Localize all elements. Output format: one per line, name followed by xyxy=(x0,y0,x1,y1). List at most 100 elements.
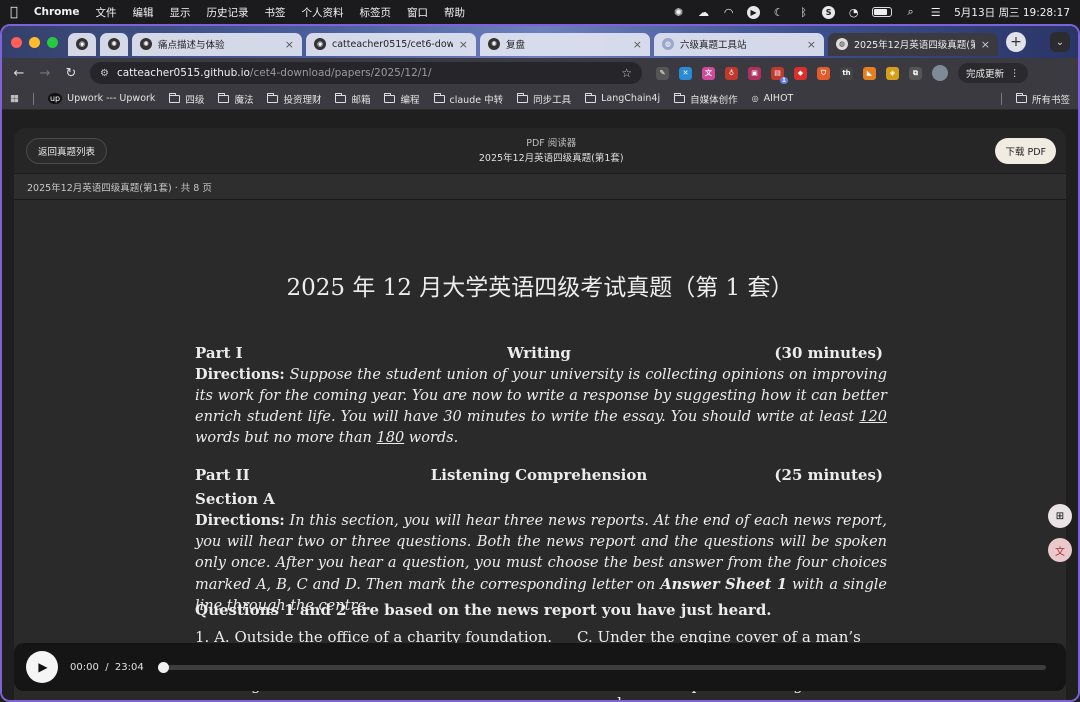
tab-pinned-chatgpt[interactable]: ✺ xyxy=(100,32,128,56)
chatgpt-icon: ✺ xyxy=(488,38,500,50)
bookmark-upwork[interactable]: up Upwork --- Upwork xyxy=(47,93,156,104)
questions-heading: Questions 1 and 2 are based on the news … xyxy=(195,601,772,619)
bookmark-folder-claude[interactable]: claude 中转 xyxy=(433,92,504,106)
bookmark-folder-investing[interactable]: 投资理财 xyxy=(267,92,321,106)
update-button[interactable]: 完成更新 ⋮ xyxy=(958,63,1028,83)
battery-icon[interactable] xyxy=(872,7,893,17)
seek-bar[interactable] xyxy=(157,661,1046,673)
extension-diamond-icon[interactable]: ◈ xyxy=(886,66,899,80)
address-bar[interactable]: ⚙ catteacher0515.github.io/cet4-download… xyxy=(90,62,642,84)
upwork-icon: up xyxy=(47,93,63,104)
extension-fox-icon[interactable]: ◣ xyxy=(863,66,876,80)
tab-cet6-tools[interactable]: ◍ 六级真题工具站 × xyxy=(654,32,824,56)
close-icon[interactable]: × xyxy=(807,38,816,51)
bookmark-aihot[interactable]: ◎ AIHOT xyxy=(752,93,794,104)
url-host: catteacher0515.github.io xyxy=(116,67,250,79)
bookmark-label: claude 中转 xyxy=(449,94,504,106)
tab-github-repo[interactable]: ◉ catteacher0515/cet6-downlo × xyxy=(306,32,476,56)
apps-grid-icon[interactable]: ▦ xyxy=(10,93,19,104)
menu-tabs[interactable]: 标签页 xyxy=(359,5,391,20)
bookmark-star-icon[interactable]: ☆ xyxy=(621,66,632,80)
bookmark-folder-media[interactable]: 自媒体创作 xyxy=(674,92,738,106)
section-a-heading: Section A xyxy=(195,490,275,508)
profile-avatar[interactable] xyxy=(932,65,948,81)
close-icon[interactable]: × xyxy=(633,38,642,51)
bookmark-folder-coding[interactable]: 编程 xyxy=(384,92,420,106)
reload-icon[interactable]: ↻ xyxy=(62,66,80,81)
menu-history[interactable]: 历史记录 xyxy=(206,5,248,20)
extension-x-icon[interactable]: ✕ xyxy=(679,66,692,80)
wifi-icon[interactable]: ◔ xyxy=(847,6,860,19)
menu-view[interactable]: 显示 xyxy=(169,5,190,20)
tab-pinned-github[interactable]: ◉ xyxy=(68,32,96,56)
spotlight-icon[interactable]: ⌕ xyxy=(904,5,917,19)
openai-icon[interactable]: ✺ xyxy=(672,6,685,19)
menu-profile[interactable]: 个人资料 xyxy=(301,5,343,20)
back-arrow-icon[interactable]: ← xyxy=(10,66,28,81)
airplay-icon[interactable]: ◠ xyxy=(722,6,735,19)
tab-review[interactable]: ✺ 复盘 × xyxy=(480,32,650,56)
close-icon[interactable]: × xyxy=(981,38,990,51)
extension-tv-icon[interactable]: ▣ xyxy=(748,66,761,80)
seek-handle[interactable] xyxy=(157,661,169,673)
bookmark-folder-langchain[interactable]: LangChain4j xyxy=(585,92,660,104)
tab-cet4-paper[interactable]: ◍ 2025年12月英语四级真题(第1 × xyxy=(828,32,998,56)
extension-lamp-icon[interactable]: ♁ xyxy=(725,66,738,80)
folder-icon xyxy=(1015,92,1027,103)
extensions-puzzle-icon[interactable]: ⧉ xyxy=(909,66,922,80)
control-center-icon[interactable]: ☰ xyxy=(929,6,942,19)
bluetooth-icon[interactable]: ᛒ xyxy=(797,6,810,19)
close-window-button[interactable] xyxy=(11,36,22,48)
moon-icon[interactable]: ☾ xyxy=(772,6,785,19)
menu-file[interactable]: 文件 xyxy=(95,5,116,20)
bookmark-folder-sync[interactable]: 同步工具 xyxy=(517,92,571,106)
extension-th-icon[interactable]: th xyxy=(840,66,853,80)
answer-sheet-label: Answer Sheet 1 xyxy=(660,576,787,593)
site-settings-icon[interactable]: ⚙ xyxy=(100,68,109,79)
menu-clock[interactable]: 5月13日 周三 19:28:17 xyxy=(954,5,1070,20)
directions-label: Directions: xyxy=(195,366,285,383)
doc-name: 2025年12月英语四级真题(第1套) xyxy=(478,152,624,164)
menu-bookmarks[interactable]: 书签 xyxy=(264,5,285,20)
viewer-title: PDF 阅读器 2025年12月英语四级真题(第1套) xyxy=(479,136,624,166)
all-bookmarks-folder[interactable]: 所有书签 xyxy=(1015,92,1070,106)
play-button[interactable]: ▶ xyxy=(26,651,58,683)
download-pdf-button[interactable]: 下载 PDF xyxy=(995,137,1056,164)
floating-translate-icon[interactable]: 文 xyxy=(1048,538,1072,562)
new-tab-button[interactable]: + xyxy=(1006,32,1026,52)
wechat-icon[interactable]: ☁ xyxy=(697,6,710,19)
apple-icon[interactable]:  xyxy=(10,5,18,20)
window-controls xyxy=(11,36,58,48)
extension-translate-icon[interactable]: 文 xyxy=(702,66,715,80)
close-icon[interactable]: × xyxy=(285,38,294,51)
status-area: ✺ ☁ ◠ ▶ ☾ ᛒ S ◔ ⌕ ☰ 5月13日 周三 19:28:17 xyxy=(672,5,1070,20)
directions-label: Directions: xyxy=(195,512,285,529)
bookmark-label: Upwork --- Upwork xyxy=(67,93,156,104)
bookmark-folder-cet4[interactable]: 四级 xyxy=(169,92,204,106)
back-to-list-button[interactable]: 返回真题列表 xyxy=(26,137,108,164)
close-icon[interactable]: × xyxy=(459,38,468,51)
extension-badge-icon[interactable]: ▤ 1 xyxy=(771,66,788,84)
time-divider: / xyxy=(105,661,109,673)
forward-arrow-icon[interactable]: → xyxy=(36,66,54,81)
tab-search-button[interactable]: ⌄ xyxy=(1050,32,1070,52)
bookmark-folder-mail[interactable]: 邮箱 xyxy=(335,92,370,106)
menu-window[interactable]: 窗口 xyxy=(407,5,428,20)
extension-fire-icon[interactable]: ◆ xyxy=(794,66,807,80)
extension-shield-icon[interactable]: ⛉ xyxy=(817,66,830,80)
viewer-subtitle: 2025年12月英语四级真题(第1套) · 共 8 页 xyxy=(14,174,1066,200)
extension-pen-icon[interactable]: ✎ xyxy=(656,66,669,80)
menu-help[interactable]: 帮助 xyxy=(444,5,465,20)
bookmark-folder-magic[interactable]: 魔法 xyxy=(218,92,253,106)
menu-edit[interactable]: 编辑 xyxy=(132,5,153,20)
zoom-window-button[interactable] xyxy=(47,36,58,48)
floating-widget-icon[interactable]: ⊞ xyxy=(1048,504,1072,528)
tab-pain-points[interactable]: ✺ 痛点描述与体验 × xyxy=(132,32,302,56)
menu-app-name[interactable]: Chrome xyxy=(34,6,80,18)
chatgpt-icon: ✺ xyxy=(140,38,152,50)
play-circle-icon[interactable]: ▶ xyxy=(747,5,761,19)
app-s-icon[interactable]: S xyxy=(822,5,836,19)
minimize-window-button[interactable] xyxy=(29,36,40,48)
min-words: 120 xyxy=(859,409,887,425)
github-icon: ◉ xyxy=(76,38,88,50)
